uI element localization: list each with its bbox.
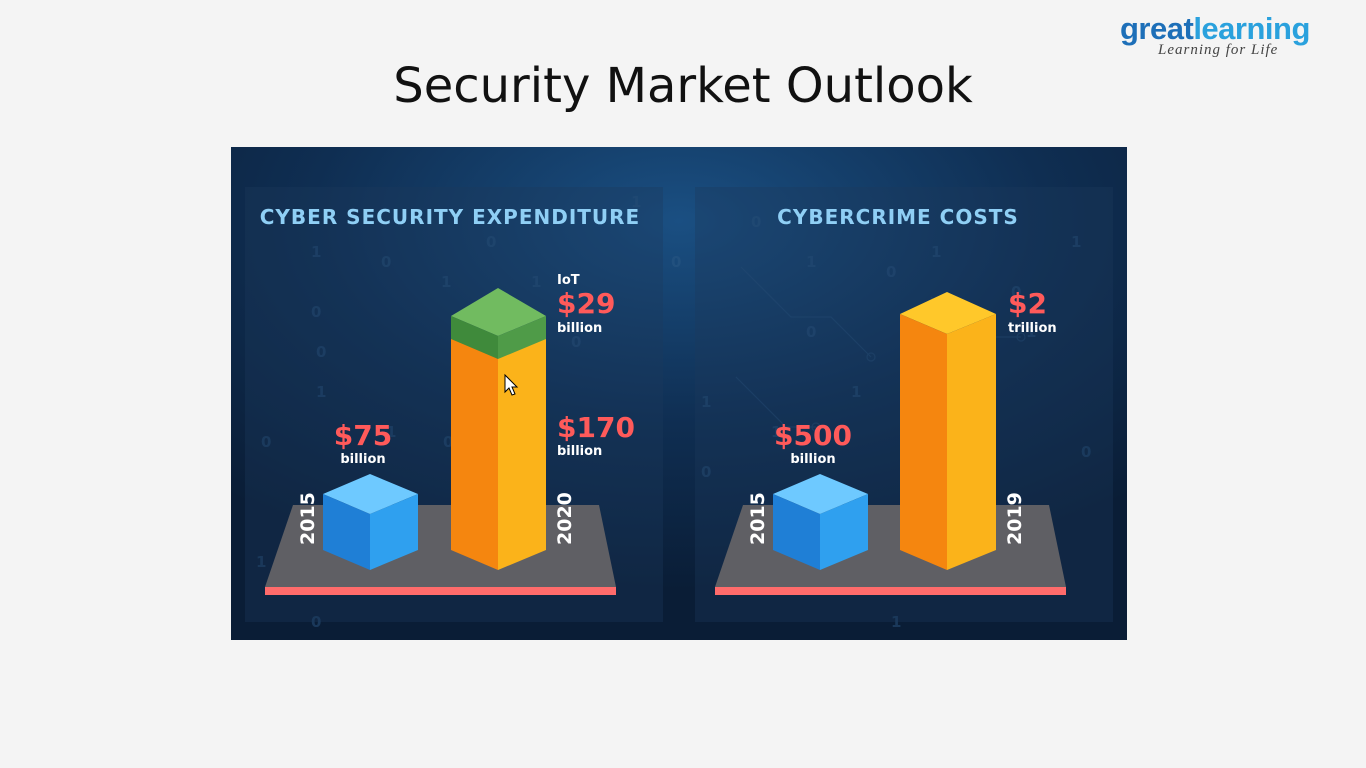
bar-2015-cybercrime	[773, 474, 868, 570]
cybercrime-baseline	[715, 587, 1066, 595]
bar-2015-expenditure	[323, 474, 418, 570]
unit-500: billion	[790, 452, 835, 467]
unit-29: billion	[557, 321, 602, 336]
year-label-2015-right: 2015	[747, 492, 769, 545]
greatlearning-logo: greatlearning Learning for Life	[1120, 12, 1345, 62]
value-75: $75	[334, 419, 392, 452]
value-29: $29	[557, 287, 615, 320]
unit-75: billion	[340, 452, 385, 467]
expenditure-panel-title: CYBER SECURITY EXPENDITURE	[260, 205, 640, 229]
year-label-2020: 2020	[554, 492, 576, 545]
logo-wordmark: greatlearning	[1120, 11, 1310, 46]
svg-text:0: 0	[671, 253, 681, 271]
unit-170: billion	[557, 444, 602, 459]
unit-2: trillion	[1008, 321, 1057, 336]
value-500: $500	[774, 419, 852, 452]
expenditure-baseline	[265, 587, 616, 595]
value-170: $170	[557, 411, 635, 444]
infographic-image: 100 101 100 110 101 001 101 010 011 001 …	[231, 147, 1127, 640]
infographic-svg: 100 101 100 110 101 001 101 010 011 001 …	[231, 147, 1127, 640]
logo-tagline: Learning for Life	[1158, 42, 1279, 58]
bar-2020-expenditure	[451, 337, 546, 570]
label-iot: IoT	[557, 273, 580, 288]
year-label-2019: 2019	[1004, 492, 1026, 545]
value-2: $2	[1008, 287, 1047, 320]
cybercrime-panel-title: CYBERCRIME COSTS	[777, 205, 1019, 229]
slide-title: Security Market Outlook	[393, 58, 973, 114]
bar-2019-cybercrime	[900, 292, 996, 570]
year-label-2015-left: 2015	[297, 492, 319, 545]
